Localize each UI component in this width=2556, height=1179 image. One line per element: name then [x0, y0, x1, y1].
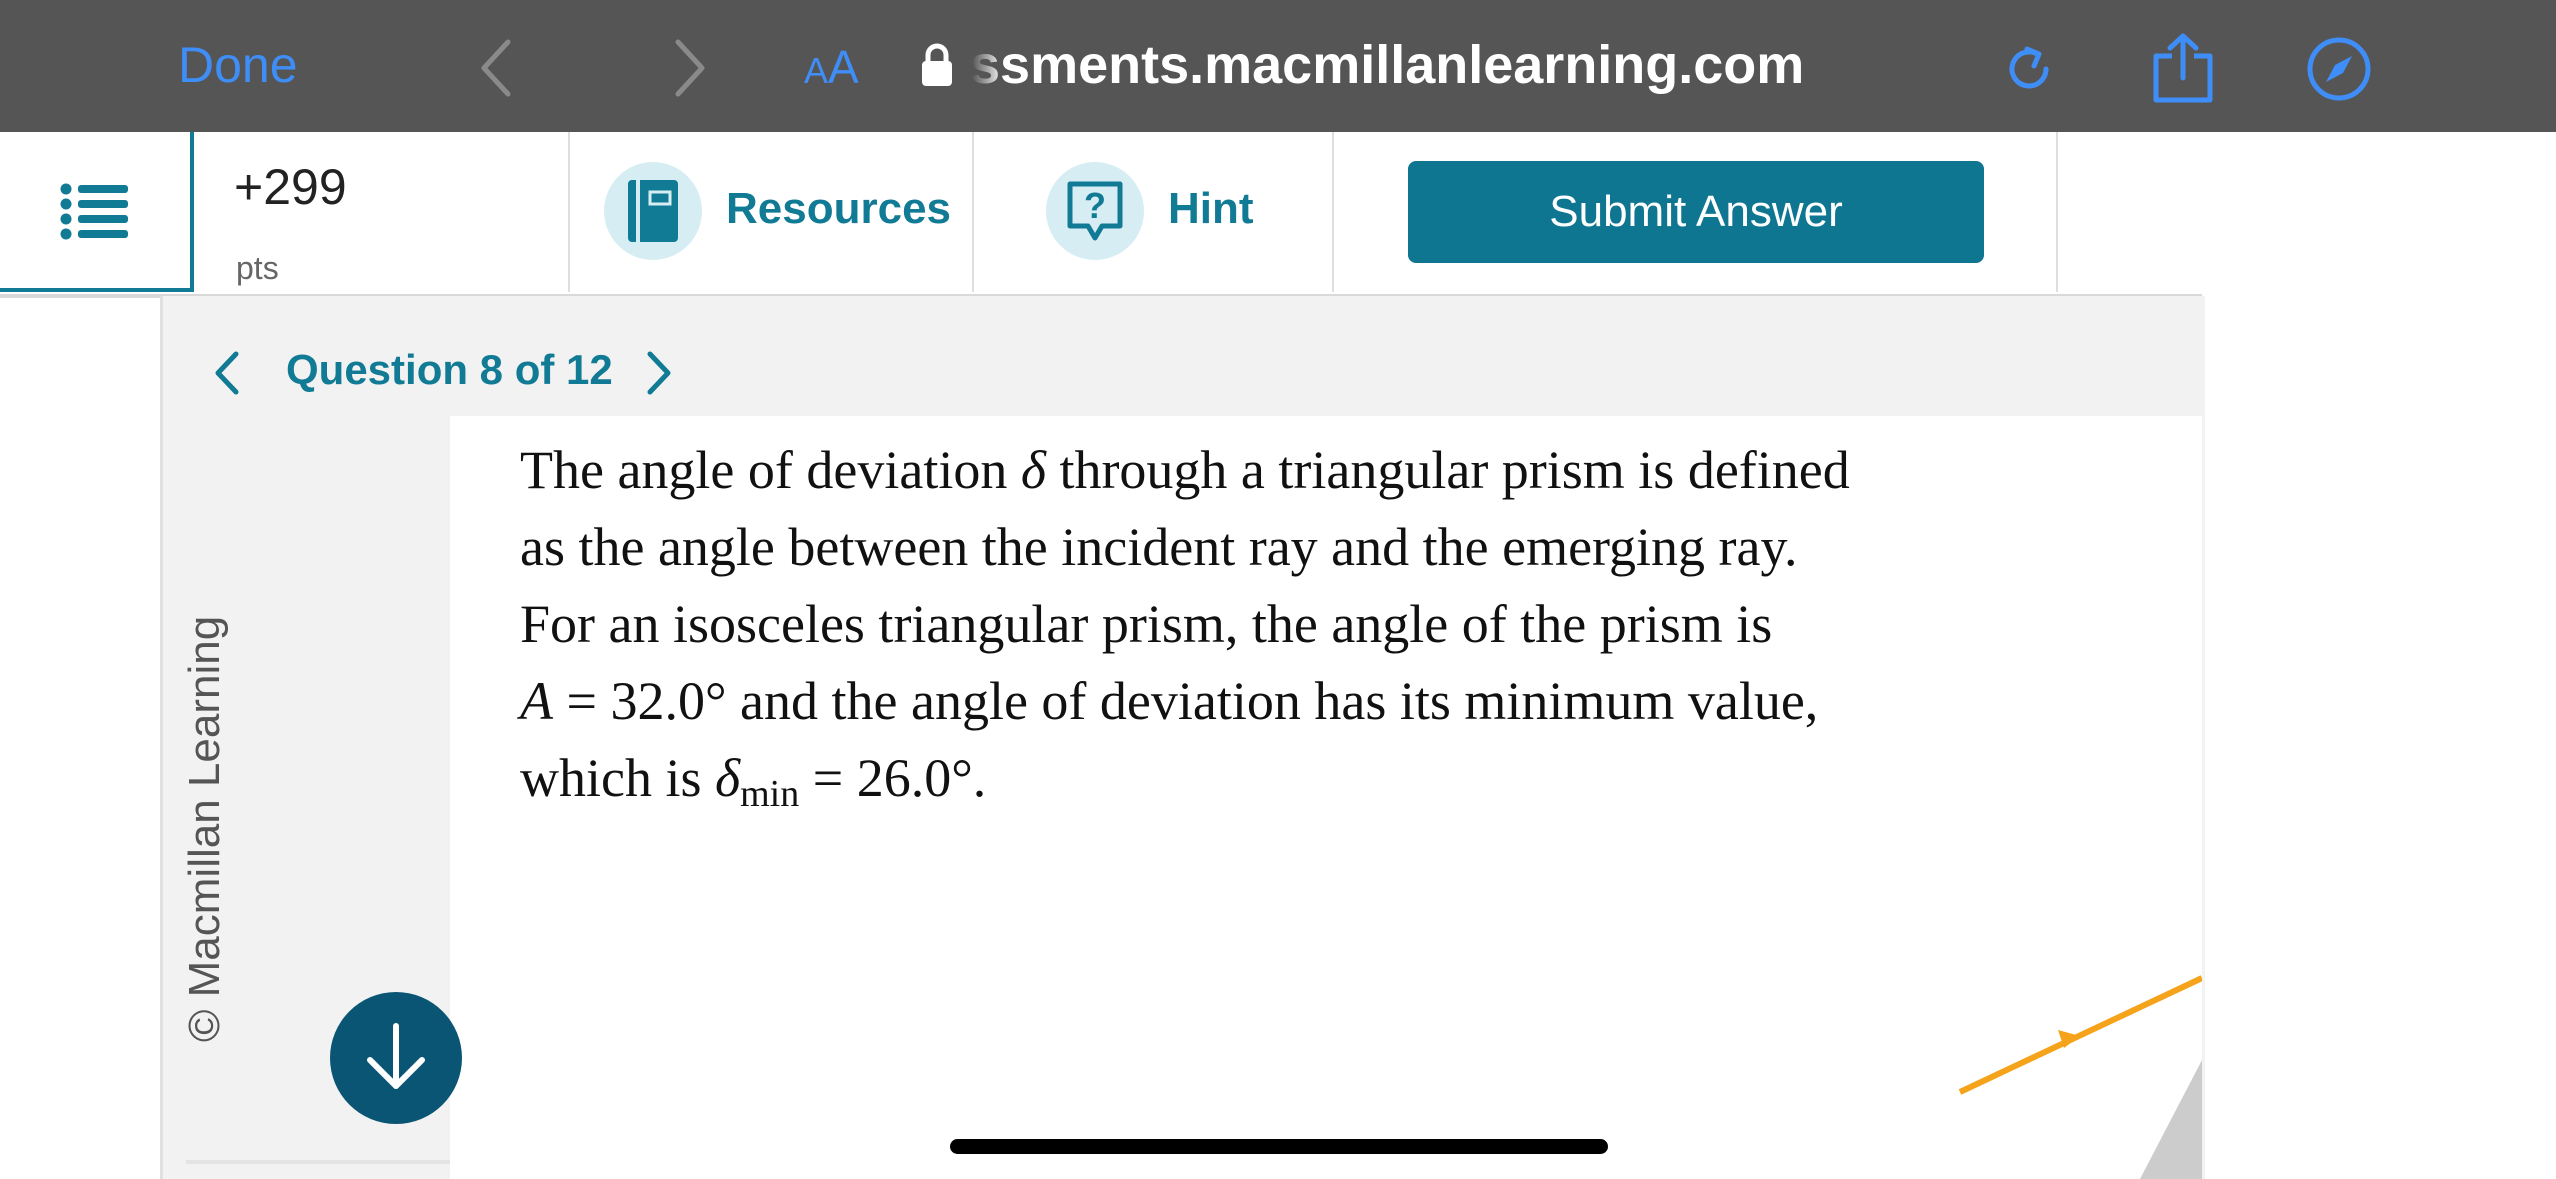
text-run: through a triangular prism is defined — [1045, 440, 1850, 500]
aa-small-letter: A — [804, 50, 829, 91]
header-divider — [2056, 132, 2058, 292]
previous-question-icon[interactable] — [212, 350, 242, 396]
question-line: which is δmin = 26.0°. — [520, 740, 1950, 833]
points-unit: pts — [236, 250, 279, 286]
delta-symbol: δ — [1020, 440, 1046, 500]
aa-big-letter: A — [828, 41, 859, 93]
text-run: The angle of deviation — [520, 440, 1021, 500]
question-line: The angle of deviation δ through a trian… — [520, 432, 1950, 509]
question-line: For an isosceles triangular prism, the a… — [520, 594, 1773, 654]
text-run: = 32.0° and the angle of deviation has i… — [553, 671, 1819, 731]
points-value: +299 — [234, 159, 347, 215]
lock-icon — [922, 43, 952, 86]
hint-icon-wrap: ? — [1046, 162, 1144, 260]
list-menu-icon — [60, 183, 128, 240]
chevron-right-icon[interactable] — [672, 38, 708, 98]
prism-angle-variable: A — [520, 671, 553, 731]
bottom-rule — [186, 1160, 450, 1164]
hint-label: Hint — [1168, 184, 1254, 233]
incident-ray — [1958, 975, 2202, 1095]
prism-diagram — [1958, 975, 2202, 1179]
header-divider — [1332, 132, 1334, 292]
menu-button[interactable] — [0, 132, 194, 292]
reload-icon[interactable] — [2000, 40, 2058, 98]
text-run: which is — [520, 748, 715, 808]
url-fade — [958, 30, 1004, 100]
next-question-icon[interactable] — [644, 350, 674, 396]
home-indicator — [950, 1139, 1608, 1154]
submit-answer-button[interactable]: Submit Answer — [1408, 161, 1984, 263]
svg-text:?: ? — [1084, 185, 1106, 226]
text-run: = 26.0°. — [799, 748, 987, 808]
reader-text-size-button[interactable]: AA — [804, 40, 859, 94]
browser-toolbar: Done AA ssments.macmillanlearning.com — [0, 0, 2556, 132]
delta-symbol: δ — [715, 748, 741, 808]
question-line: as the angle between the incident ray an… — [520, 517, 1798, 577]
resources-icon-wrap — [604, 162, 702, 260]
header-divider — [972, 132, 974, 292]
scroll-down-button[interactable] — [330, 992, 462, 1124]
book-icon — [628, 180, 678, 242]
min-subscript: min — [740, 773, 800, 815]
chevron-left-icon[interactable] — [478, 38, 514, 98]
compass-icon[interactable] — [2306, 36, 2372, 102]
question-hint-icon: ? — [1067, 181, 1123, 241]
copyright-notice: © Macmillan Learning — [180, 615, 229, 1042]
resources-label: Resources — [726, 184, 952, 233]
question-text: The angle of deviation δ through a trian… — [520, 432, 1950, 833]
arrow-down-icon — [367, 1023, 425, 1089]
header-divider — [568, 132, 570, 292]
address-bar-url[interactable]: ssments.macmillanlearning.com — [970, 34, 1804, 96]
question-line: A = 32.0° and the angle of deviation has… — [520, 663, 1950, 740]
prism-shape — [2140, 1060, 2202, 1179]
question-counter: Question 8 of 12 — [286, 346, 613, 393]
share-icon[interactable] — [2150, 32, 2216, 104]
done-button[interactable]: Done — [178, 36, 298, 94]
